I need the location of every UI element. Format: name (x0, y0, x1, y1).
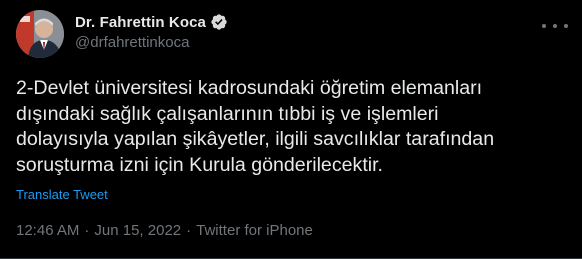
author-display-name[interactable]: Dr. Fahrettin Koca (75, 14, 206, 31)
tweet-meta: 12:46 AM · Jun 15, 2022 · Twitter for iP… (16, 222, 313, 239)
meta-separator: · (186, 222, 192, 239)
meta-separator: · (84, 222, 90, 239)
author-block: Dr. Fahrettin Koca @drfahrettinkoca (75, 12, 228, 51)
verified-badge-icon (210, 13, 228, 31)
more-dot (564, 24, 568, 28)
more-dot (542, 24, 546, 28)
profile-photo-icon (16, 10, 64, 58)
translate-tweet-link[interactable]: Translate Tweet (16, 187, 108, 202)
tweet-source[interactable]: Twitter for iPhone (196, 222, 313, 239)
more-dot (553, 24, 557, 28)
tweet-date[interactable]: Jun 15, 2022 (94, 222, 181, 239)
tweet-text: 2-Devlet üniversitesi kadrosundaki öğret… (16, 77, 495, 176)
tweet-card: Dr. Fahrettin Koca @drfahrettinkoca 2-De… (0, 0, 582, 259)
more-options-icon[interactable] (542, 18, 568, 34)
tweet-time[interactable]: 12:46 AM (16, 222, 79, 239)
avatar[interactable] (16, 10, 64, 58)
author-handle[interactable]: @drfahrettinkoca (75, 34, 228, 51)
